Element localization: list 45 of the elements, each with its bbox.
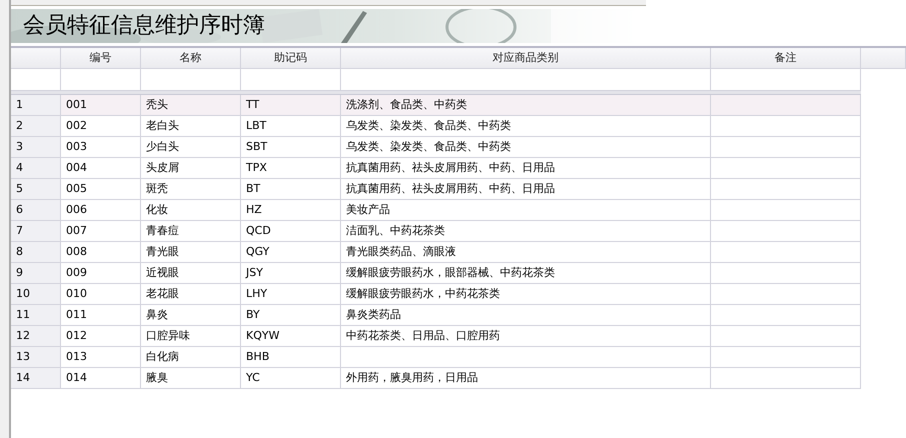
row-number: 2	[11, 116, 61, 137]
filter-field[interactable]	[711, 69, 861, 91]
row-number: 8	[11, 242, 61, 263]
filter-field[interactable]	[141, 69, 241, 91]
table-row[interactable]: 11 011 鼻炎 BY 鼻炎类药品	[11, 305, 861, 326]
filter-field[interactable]	[61, 69, 141, 91]
column-header[interactable]: 备注	[711, 48, 861, 69]
table-cell: 外用药，腋臭用药，日用品	[341, 368, 711, 389]
header-cell	[11, 48, 61, 69]
column-header[interactable]: 助记码	[241, 48, 341, 69]
table-row[interactable]: 1 001 秃头 TT 洗涤剂、食品类、中药类	[11, 95, 861, 116]
table-row[interactable]: 12 012 口腔异味 KQYW 中药花茶类、日用品、口腔用药	[11, 326, 861, 347]
column-header[interactable]: 名称	[141, 48, 241, 69]
row-number: 7	[11, 221, 61, 242]
row-number: 14	[11, 368, 61, 389]
window-title: 会员特征信息维护序时簿	[23, 12, 265, 40]
table-cell: 014	[61, 368, 141, 389]
row-number: 6	[11, 200, 61, 221]
row-number: 9	[11, 263, 61, 284]
column-header[interactable]: 对应商品类别	[341, 48, 711, 69]
table-row[interactable]: 4 004 头皮屑 TPX 抗真菌用药、祛头皮屑用药、中药、日用品	[11, 158, 861, 179]
column-header[interactable]: 编号	[61, 48, 141, 69]
table-row[interactable]: 10 010 老花眼 LHY 缓解眼疲劳眼药水，中药花茶类	[11, 284, 861, 305]
row-number: 10	[11, 284, 61, 305]
table-row[interactable]: 13 013 白化病 BHB	[11, 347, 861, 368]
table-cell: YC	[241, 368, 341, 389]
table-row[interactable]: 3 003 少白头 SBT 乌发类、染发类、食品类、中药类	[11, 137, 861, 158]
table-cell: 腋臭	[141, 368, 241, 389]
row-number: 4	[11, 158, 61, 179]
row-number: 13	[11, 347, 61, 368]
table-row[interactable]: 8 008 青光眼 QGY 青光眼类药品、滴眼液	[11, 242, 861, 263]
table-row[interactable]: 7 007 青春痘 QCD 洁面乳、中药花茶类	[11, 221, 861, 242]
table-row[interactable]: 6 006 化妆 HZ 美妆产品	[11, 200, 861, 221]
header-cell	[861, 48, 906, 69]
table-row[interactable]: 14 014 腋臭 YC 外用药，腋臭用药，日用品	[11, 368, 861, 389]
filter-field[interactable]	[241, 69, 341, 91]
row-number: 12	[11, 326, 61, 347]
filter-field[interactable]	[341, 69, 711, 91]
table-row[interactable]: 2 002 老白头 LBT 乌发类、染发类、食品类、中药类	[11, 116, 861, 137]
row-number: 1	[11, 95, 61, 116]
row-number: 3	[11, 137, 61, 158]
row-number: 11	[11, 305, 61, 326]
table-row[interactable]: 9 009 近视眼 JSY 缓解眼疲劳眼药水，眼部器械、中药花茶类	[11, 263, 861, 284]
row-number: 5	[11, 179, 61, 200]
table-row[interactable]: 5 005 斑秃 BT 抗真菌用药、祛头皮屑用药、中药、日用品	[11, 179, 861, 200]
